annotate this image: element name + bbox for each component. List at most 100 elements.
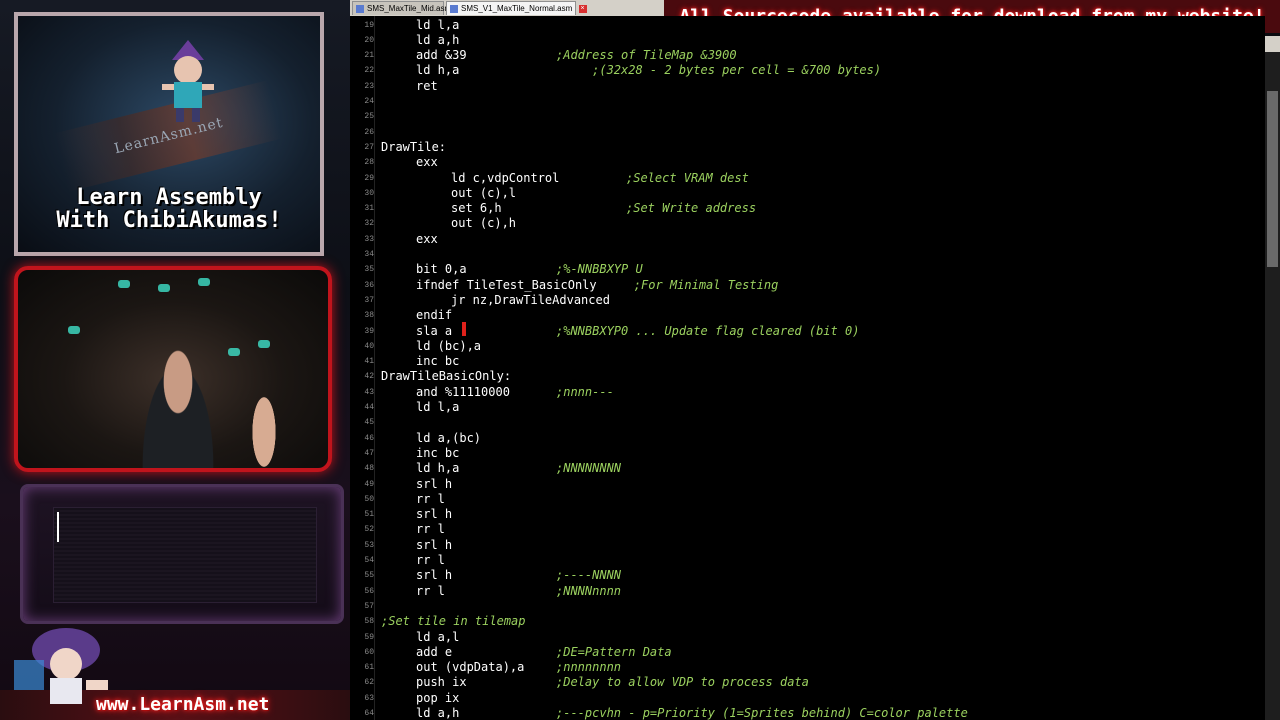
- tab-sms-maxtile-mid[interactable]: SMS_MaxTile_Mid.asm: [352, 1, 451, 15]
- code-line[interactable]: 42 DrawTileBasicOnly:: [350, 369, 1265, 384]
- code-line[interactable]: 52 rr l: [350, 522, 1265, 537]
- code-text: jr nz,DrawTileAdvanced: [451, 292, 610, 307]
- code-line[interactable]: 50 rr l: [350, 492, 1265, 507]
- code-text: ifndef TileTest_BasicOnly: [416, 277, 597, 292]
- code-text: srl h: [416, 476, 453, 491]
- code-line[interactable]: 54 rr l: [350, 553, 1265, 568]
- code-line[interactable]: 47 inc bc: [350, 446, 1265, 461]
- code-line[interactable]: 43 and %11110000 ;nnnn---: [350, 385, 1265, 400]
- tab-sms-v1-maxtile-normal[interactable]: SMS_V1_MaxTile_Normal.asm ×: [446, 1, 587, 15]
- code-text: ld h,a: [416, 63, 460, 78]
- line-number: 57: [364, 601, 374, 611]
- code-text: ld h,a: [416, 461, 460, 476]
- line-number: 33: [364, 234, 374, 244]
- code-line[interactable]: 46 ld a,(bc): [350, 431, 1265, 446]
- code-line[interactable]: 53 srl h: [350, 538, 1265, 553]
- code-line[interactable]: 26: [350, 125, 1265, 140]
- code-line[interactable]: 27 DrawTile:: [350, 140, 1265, 155]
- line-number: 45: [364, 418, 374, 428]
- code-line[interactable]: 55 srl h ;----NNNN: [350, 568, 1265, 583]
- line-number: 46: [364, 433, 374, 443]
- code-line[interactable]: 22 ld h,a ;(32x28 - 2 bytes per cell = &7…: [350, 63, 1265, 78]
- logo-title: Learn Assembly With ChibiAkumas!: [18, 186, 320, 232]
- code-line[interactable]: 19 ld l,a: [350, 18, 1265, 33]
- line-number: 44: [364, 403, 374, 412]
- code-line[interactable]: 62 push ix ;Delay to allow VDP to process …: [350, 675, 1265, 690]
- code-line[interactable]: 59 ld a,l: [350, 630, 1265, 645]
- code-line[interactable]: 56 rr l ;NNNNnnnn: [350, 584, 1265, 599]
- code-text: sla a: [416, 323, 453, 338]
- code-line[interactable]: 20 ld a,h: [350, 33, 1265, 48]
- code-text: ld a,l: [416, 629, 460, 644]
- code-line[interactable]: 51 srl h: [350, 507, 1265, 522]
- code-comment: ;NNNNnnnn: [556, 583, 622, 598]
- code-line[interactable]: 38 endif: [350, 308, 1265, 323]
- scroll-up-button[interactable]: [1265, 36, 1280, 52]
- code-text: bit 0,a: [416, 262, 467, 277]
- background-light: [118, 280, 130, 288]
- line-number: 22: [364, 66, 374, 76]
- footer-website-url[interactable]: www.LearnAsm.net: [96, 694, 269, 715]
- code-line[interactable]: 63 pop ix: [350, 691, 1265, 706]
- code-line[interactable]: 37 jr nz,DrawTileAdvanced: [350, 293, 1265, 308]
- code-line[interactable]: 30 out (c),l: [350, 186, 1265, 201]
- code-line[interactable]: 36 ifndef TileTest_BasicOnly ;For Minimal…: [350, 278, 1265, 293]
- code-line[interactable]: 48 ld h,a ;NNNNNNNN: [350, 461, 1265, 476]
- line-number: 28: [364, 158, 374, 168]
- line-number: 25: [364, 112, 374, 122]
- text-caret: [57, 512, 59, 542]
- code-line[interactable]: 60 add e ;DE=Pattern Data: [350, 645, 1265, 660]
- code-line[interactable]: 41 inc bc: [350, 354, 1265, 369]
- close-icon[interactable]: ×: [578, 4, 587, 13]
- line-number: 52: [364, 525, 374, 535]
- line-number: 34: [364, 250, 374, 259]
- code-line[interactable]: 35 bit 0,a ;%-NNBBXYP U: [350, 262, 1265, 277]
- line-number: 64: [364, 709, 374, 718]
- code-text: ret: [416, 78, 438, 93]
- line-number: 35: [364, 265, 374, 275]
- line-number: 58: [364, 617, 374, 627]
- code-line[interactable]: 25: [350, 109, 1265, 124]
- code-line[interactable]: 23 ret: [350, 79, 1265, 94]
- background-light: [228, 348, 240, 356]
- code-line[interactable]: 44 ld l,a: [350, 400, 1265, 415]
- code-line[interactable]: 58 ;Set tile in tilemap: [350, 614, 1265, 629]
- tab-label: SMS_MaxTile_Mid.asm: [367, 4, 452, 13]
- code-line[interactable]: 33 exx: [350, 232, 1265, 247]
- code-comment: ;---pcvhn - p=Priority (1=Sprites behind…: [556, 706, 968, 720]
- line-number: 27: [364, 142, 374, 152]
- webcam-frame: [14, 266, 332, 472]
- code-line[interactable]: 29 ld c,vdpControl ;Select VRAM dest: [350, 171, 1265, 186]
- code-line[interactable]: 57: [350, 599, 1265, 614]
- vertical-scrollbar[interactable]: [1265, 37, 1280, 720]
- line-number: 48: [364, 464, 374, 474]
- code-comment: ;%NNBBXYP0 ... Update flag cleared (bit …: [556, 323, 860, 338]
- code-line[interactable]: 24: [350, 94, 1265, 109]
- line-number: 32: [364, 219, 374, 229]
- code-line[interactable]: 39 sla a ;%NNBBXYP0 ... Update flag cleare…: [350, 324, 1265, 339]
- code-line[interactable]: 32 out (c),h: [350, 216, 1265, 231]
- line-number: 61: [364, 663, 374, 673]
- code-line[interactable]: 21 add &39 ;Address of TileMap &3900: [350, 48, 1265, 63]
- scrollbar-thumb[interactable]: [1267, 91, 1278, 267]
- line-number: 50: [364, 494, 374, 504]
- line-number: 42: [364, 372, 374, 382]
- code-line[interactable]: 49 srl h: [350, 477, 1265, 492]
- code-editor[interactable]: 19 ld l,a 20 ld a,h 21 add &39 ;Address of Til…: [350, 16, 1265, 720]
- line-number: 51: [364, 510, 374, 520]
- code-line[interactable]: 34: [350, 247, 1265, 262]
- code-line[interactable]: 31 set 6,h ;Set Write address: [350, 201, 1265, 216]
- code-text: inc bc: [416, 445, 460, 460]
- code-line[interactable]: 64 ld a,h ;---pcvhn - p=Priority (1=Sprite…: [350, 706, 1265, 720]
- line-number: 55: [364, 571, 374, 581]
- line-number: 31: [364, 204, 374, 214]
- code-text: DrawTile:: [381, 139, 447, 154]
- code-line[interactable]: 45: [350, 415, 1265, 430]
- gutter-separator: [374, 16, 375, 720]
- code-text: pop ix: [416, 690, 460, 705]
- code-line[interactable]: 61 out (vdpData),a ;nnnnnnnn: [350, 660, 1265, 675]
- code-line[interactable]: 40 ld (bc),a: [350, 339, 1265, 354]
- code-text: ld l,a: [416, 17, 460, 32]
- code-line[interactable]: 28 exx: [350, 155, 1265, 170]
- code-text: ld a,h: [416, 706, 460, 720]
